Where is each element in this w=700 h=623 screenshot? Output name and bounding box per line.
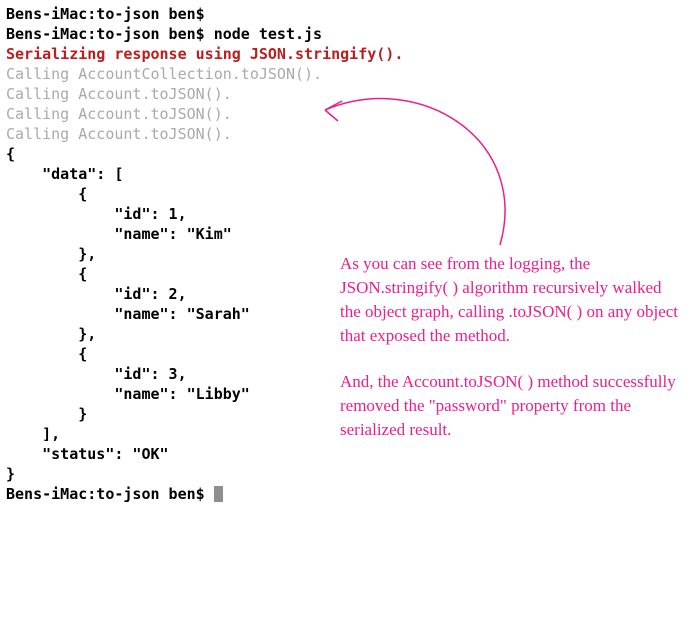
cursor-block <box>214 486 223 502</box>
log-red: Serializing response using JSON.stringif… <box>6 44 694 64</box>
prompt-line-2: Bens-iMac:to-json ben$ node test.js <box>6 24 694 44</box>
prompt-prefix: Bens-iMac:to-json ben$ <box>6 25 214 43</box>
log-grey-1: Calling AccountCollection.toJSON(). <box>6 64 694 84</box>
prompt3-text: Bens-iMac:to-json ben$ <box>6 485 214 503</box>
annotation-text: As you can see from the logging, the JSO… <box>340 252 680 464</box>
annotation-p1: As you can see from the logging, the JSO… <box>340 252 680 348</box>
red-a: Serializing response using <box>6 45 250 63</box>
log-grey-2: Calling Account.toJSON(). <box>6 84 694 104</box>
log-grey-4: Calling Account.toJSON(). <box>6 124 694 144</box>
log-grey-3: Calling Account.toJSON(). <box>6 104 694 124</box>
red-b: JSON.stringify() <box>250 45 395 63</box>
prompt-line-3: Bens-iMac:to-json ben$ <box>6 484 694 504</box>
command-text: node test.js <box>214 25 322 43</box>
red-c: . <box>394 45 403 63</box>
annotation-p2: And, the Account.toJSON( ) method succes… <box>340 370 680 442</box>
prompt-line-1: Bens-iMac:to-json ben$ <box>6 4 694 24</box>
